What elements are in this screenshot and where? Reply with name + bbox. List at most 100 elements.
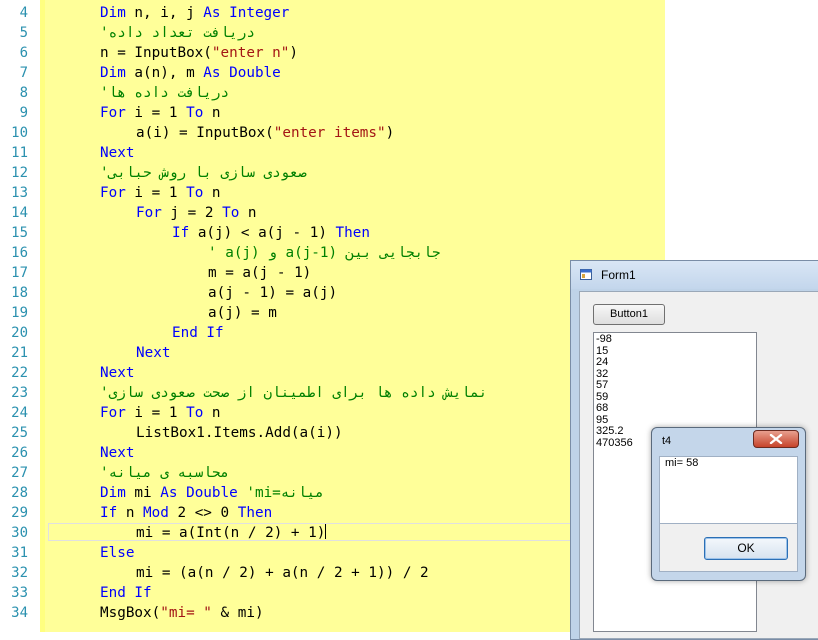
line-number: 9 bbox=[19, 105, 28, 121]
keyword-token: Dim bbox=[100, 485, 126, 501]
code-token: a(j) = m bbox=[208, 305, 277, 321]
line-number: 19 bbox=[11, 305, 28, 321]
code-line[interactable]: 8 'دریافت داده ها bbox=[0, 83, 665, 103]
line-number: 18 bbox=[11, 285, 28, 301]
keyword-token: As bbox=[203, 65, 221, 81]
code-line[interactable]: 32 mi = (a(n / 2) + a(n / 2 + 1)) / 2 bbox=[0, 563, 665, 583]
message-box-dialog[interactable]: t4 mi= 58 OK bbox=[651, 427, 806, 581]
code-token: n bbox=[203, 105, 221, 121]
code-text: mi = (a(n / 2) + a(n / 2 + 1)) / 2 bbox=[136, 563, 429, 583]
keyword-token: Dim bbox=[100, 5, 126, 21]
code-line[interactable]: 14 For j = 2 To n bbox=[0, 203, 665, 223]
message-box-footer: OK bbox=[659, 524, 798, 572]
keyword-token: To bbox=[186, 405, 204, 421]
ok-button[interactable]: OK bbox=[704, 537, 788, 560]
code-line[interactable]: 30 mi = a(Int(n / 2) + 1) bbox=[0, 523, 665, 543]
code-token: & mi) bbox=[211, 605, 264, 621]
code-line[interactable]: 6 n = InputBox("enter n") bbox=[0, 43, 665, 63]
code-text: End If bbox=[172, 323, 224, 343]
line-number: 32 bbox=[11, 565, 28, 581]
code-line[interactable]: 34 MsgBox("mi= " & mi) bbox=[0, 603, 665, 623]
line-number: 5 bbox=[19, 25, 28, 41]
keyword-token: To bbox=[186, 105, 204, 121]
keyword-token: To bbox=[186, 185, 204, 201]
list-item[interactable]: 68 bbox=[596, 402, 754, 415]
code-text: Dim mi As Double 'mi=میانه bbox=[100, 483, 324, 503]
code-text: For j = 2 To n bbox=[136, 203, 257, 223]
comment-token: 'mi=میانه bbox=[246, 485, 324, 501]
line-number: 10 bbox=[11, 125, 28, 141]
keyword-token: If bbox=[172, 225, 190, 241]
list-item[interactable]: 24 bbox=[596, 356, 754, 369]
form1-title-bar[interactable]: Form1 bbox=[571, 261, 818, 289]
code-line[interactable]: 20 End If bbox=[0, 323, 665, 343]
line-number: 16 bbox=[11, 245, 28, 261]
keyword-token: Then bbox=[335, 225, 370, 241]
comment-token: 'نمایش داده ها برای اطمینان از صحت صعودی… bbox=[100, 385, 488, 401]
keyword-token: End If bbox=[100, 585, 152, 601]
code-line[interactable]: 4 Dim n, i, j As Integer bbox=[0, 3, 665, 23]
line-number: 26 bbox=[11, 445, 28, 461]
code-text: 'دریافت تعداد داده bbox=[100, 23, 255, 43]
code-line[interactable]: 28 Dim mi As Double 'mi=میانه bbox=[0, 483, 665, 503]
code-line[interactable]: 33 End If bbox=[0, 583, 665, 603]
code-line[interactable]: 15 If a(j) < a(j - 1) Then bbox=[0, 223, 665, 243]
code-token: i = 1 bbox=[125, 185, 187, 201]
code-token: n bbox=[117, 505, 144, 521]
code-token: ) bbox=[289, 45, 298, 61]
line-number: 17 bbox=[11, 265, 28, 281]
list-item[interactable]: -98 bbox=[596, 333, 754, 346]
keyword-token: Else bbox=[100, 545, 135, 561]
code-line[interactable]: 7 Dim a(n), m As Double bbox=[0, 63, 665, 83]
code-text: If a(j) < a(j - 1) Then bbox=[172, 223, 370, 243]
code-line[interactable]: 31 Else bbox=[0, 543, 665, 563]
code-text: Else bbox=[100, 543, 134, 563]
line-number: 23 bbox=[11, 385, 28, 401]
code-line[interactable]: 17 m = a(j - 1) bbox=[0, 263, 665, 283]
code-line[interactable]: 21 Next bbox=[0, 343, 665, 363]
code-token: n = InputBox( bbox=[100, 45, 212, 61]
message-text: mi= 58 bbox=[665, 457, 699, 469]
code-line[interactable]: 23 'نمایش داده ها برای اطمینان از صحت صعو… bbox=[0, 383, 665, 403]
line-number: 4 bbox=[19, 5, 28, 21]
close-button[interactable] bbox=[753, 430, 799, 448]
code-token: m = a(j - 1) bbox=[208, 265, 312, 281]
code-line[interactable]: 9 For i = 1 To n bbox=[0, 103, 665, 123]
code-text: a(j - 1) = a(j) bbox=[208, 283, 337, 303]
code-line[interactable]: 10 a(i) = InputBox("enter items") bbox=[0, 123, 665, 143]
list-item[interactable]: 57 bbox=[596, 379, 754, 392]
code-line[interactable]: 24 For i = 1 To n bbox=[0, 403, 665, 423]
code-line[interactable]: 22 Next bbox=[0, 363, 665, 383]
code-token: a(j) < a(j - 1) bbox=[189, 225, 336, 241]
keyword-token: For bbox=[136, 205, 162, 221]
code-line[interactable]: 29 If n Mod 2 <> 0 Then bbox=[0, 503, 665, 523]
code-text: m = a(j - 1) bbox=[208, 263, 311, 283]
code-line[interactable]: 12 'صعودی سازی با روش حبابی bbox=[0, 163, 665, 183]
code-line[interactable]: 13 For i = 1 To n bbox=[0, 183, 665, 203]
code-line[interactable]: 26 Next bbox=[0, 443, 665, 463]
code-editor[interactable]: 4 Dim n, i, j As Integer 5 'دریافت تعداد دا… bbox=[0, 0, 665, 632]
code-text: Dim a(n), m As Double bbox=[100, 63, 281, 83]
code-line[interactable]: 11 Next bbox=[0, 143, 665, 163]
line-number: 7 bbox=[19, 65, 28, 81]
code-text: For i = 1 To n bbox=[100, 403, 221, 423]
code-line[interactable]: 25 ListBox1.Items.Add(a(i)) bbox=[0, 423, 665, 443]
list-item[interactable]: 59 bbox=[596, 391, 754, 404]
code-line[interactable]: 27 'محاسبه ی میانه bbox=[0, 463, 665, 483]
code-line[interactable]: 5 'دریافت تعداد داده bbox=[0, 23, 665, 43]
code-text: ListBox1.Items.Add(a(i)) bbox=[136, 423, 343, 443]
line-number: 14 bbox=[11, 205, 28, 221]
button1[interactable]: Button1 bbox=[593, 304, 665, 325]
line-number: 24 bbox=[11, 405, 28, 421]
list-item[interactable]: 15 bbox=[596, 345, 754, 358]
keyword-token: As bbox=[160, 485, 178, 501]
code-line[interactable]: 19 a(j) = m bbox=[0, 303, 665, 323]
list-item[interactable]: 32 bbox=[596, 368, 754, 381]
line-number: 15 bbox=[11, 225, 28, 241]
code-line[interactable]: 16 ' a(j) و a(j-1) جابجایی بین bbox=[0, 243, 665, 263]
line-number: 11 bbox=[11, 145, 28, 161]
code-line[interactable]: 18 a(j - 1) = a(j) bbox=[0, 283, 665, 303]
code-token: j = 2 bbox=[161, 205, 223, 221]
close-icon bbox=[769, 434, 783, 444]
